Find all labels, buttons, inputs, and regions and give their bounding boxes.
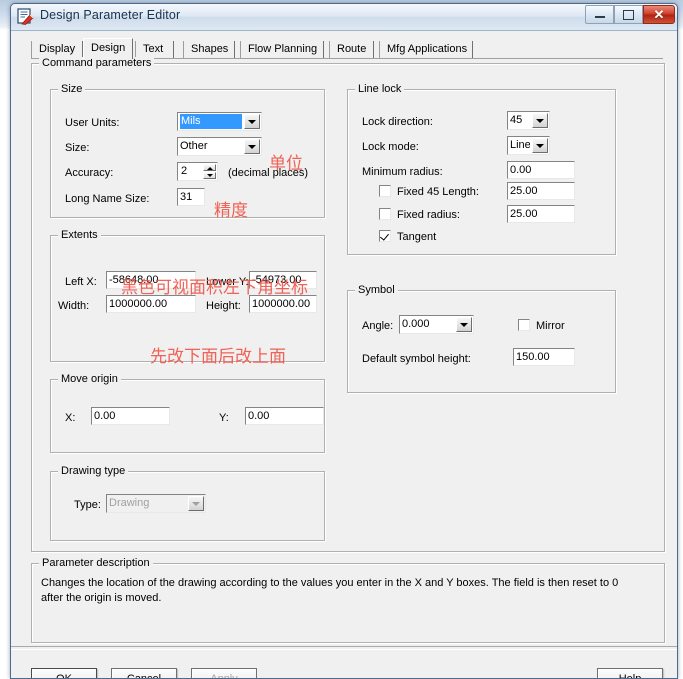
annotation-accuracy: 精度 [214, 201, 248, 221]
drawing-type-combo[interactable]: Drawing [106, 494, 206, 513]
design-parameter-editor-window: Design Parameter Editor ✕ Display Design… [10, 3, 678, 679]
width-label: Width: [58, 300, 90, 312]
move-origin-x-label: X: [65, 412, 76, 424]
chevron-down-icon[interactable] [188, 496, 204, 511]
tab-strip: Display Design Text Shapes Flow Planning… [31, 38, 663, 59]
tab-display[interactable]: Display [31, 41, 83, 58]
extents-legend: Extents [58, 229, 101, 241]
fixed-45-length-input[interactable]: 25.00 [507, 182, 575, 200]
close-button[interactable]: ✕ [643, 5, 675, 24]
size-combo[interactable]: Other [177, 137, 262, 156]
maximize-icon [615, 6, 642, 23]
button-bar-separator [11, 646, 677, 650]
left-x-label: Left X: [65, 276, 97, 288]
default-symbol-height-label: Default symbol height: [362, 353, 471, 365]
lock-mode-value: Line [510, 139, 530, 151]
fixed-radius-checkbox[interactable] [379, 208, 391, 220]
drawing-type-legend: Drawing type [58, 465, 129, 477]
ok-button[interactable]: OK [31, 668, 97, 678]
move-origin-group: Move origin X: 0.00 Y: 0.00 [50, 373, 325, 453]
symbol-group: Symbol Angle: 0.000 Mirror Default symbo… [347, 284, 616, 393]
apply-button[interactable]: Apply [191, 668, 257, 678]
lock-direction-value: 45 [510, 114, 523, 126]
window-title: Design Parameter Editor [40, 8, 181, 22]
maximize-button[interactable] [614, 5, 643, 24]
long-name-size-label: Long Name Size: [65, 193, 150, 205]
parameter-description-group: Parameter description Changes the locati… [31, 557, 665, 643]
angle-combo[interactable]: 0.000 [399, 315, 474, 334]
accuracy-label: Accuracy: [65, 167, 114, 179]
minimum-radius-label: Minimum radius: [362, 166, 443, 178]
drawing-type-label: Type: [74, 499, 101, 511]
tab-shapes[interactable]: Shapes [183, 41, 235, 58]
accuracy-stepper[interactable]: 2 [177, 162, 218, 181]
lock-direction-label: Lock direction: [362, 116, 433, 128]
tangent-label: Tangent [397, 231, 437, 243]
chevron-down-icon[interactable] [244, 114, 260, 129]
checkbox-checked-icon [379, 230, 391, 242]
checkbox-icon [379, 208, 391, 220]
size-value: Other [180, 140, 208, 152]
lock-mode-combo[interactable]: Line [507, 136, 550, 155]
line-lock-legend: Line lock [355, 83, 405, 95]
move-origin-y-input[interactable]: 0.00 [245, 407, 324, 425]
chevron-down-icon[interactable] [244, 139, 260, 154]
accuracy-spin-buttons[interactable] [203, 164, 216, 179]
tab-route[interactable]: Route [329, 41, 374, 58]
height-label: Height: [206, 300, 241, 312]
chevron-down-icon[interactable] [532, 113, 548, 128]
chevron-down-icon[interactable] [456, 317, 472, 332]
annotation-extents-top: 黑色可视面积左下角坐标 [121, 278, 308, 298]
fixed-45-length-label: Fixed 45 Length: [397, 186, 479, 198]
fixed-45-length-checkbox[interactable] [379, 185, 391, 197]
drawing-type-group: Drawing type Type: Drawing [50, 465, 325, 541]
line-lock-group: Line lock Lock direction: 45 Lock mode: … [347, 83, 616, 255]
tangent-checkbox[interactable] [379, 230, 391, 242]
tab-design[interactable]: Design [83, 38, 133, 59]
parameter-description-legend: Parameter description [39, 557, 153, 569]
annotation-extents-bottom: 先改下面后改上面 [150, 347, 286, 367]
mirror-label: Mirror [536, 320, 565, 332]
default-symbol-height-input[interactable]: 150.00 [513, 348, 575, 366]
cancel-button[interactable]: Cancel [111, 668, 177, 678]
fixed-radius-input[interactable]: 25.00 [507, 205, 575, 223]
close-icon: ✕ [653, 6, 665, 22]
symbol-legend: Symbol [355, 284, 398, 296]
lock-mode-label: Lock mode: [362, 141, 419, 153]
move-origin-legend: Move origin [58, 373, 121, 385]
accuracy-value: 2 [181, 165, 188, 177]
minimize-icon [586, 6, 613, 23]
long-name-size-input[interactable]: 31 [177, 188, 205, 206]
tab-mfg-applications[interactable]: Mfg Applications [379, 41, 473, 58]
spin-up-icon[interactable] [203, 164, 216, 171]
spin-down-icon[interactable] [203, 172, 216, 179]
drawing-type-value: Drawing [109, 497, 150, 509]
user-units-value: Mils [180, 114, 242, 129]
annotation-units: 单位 [269, 154, 303, 174]
mirror-checkbox[interactable] [518, 319, 530, 331]
dialog-client-area: Display Design Text Shapes Flow Planning… [11, 31, 677, 678]
checkbox-icon [379, 185, 391, 197]
fixed-radius-label: Fixed radius: [397, 209, 460, 221]
title-bar[interactable]: Design Parameter Editor ✕ [11, 4, 677, 31]
angle-value: 0.000 [402, 318, 430, 330]
chevron-down-icon[interactable] [532, 138, 548, 153]
move-origin-x-input[interactable]: 0.00 [91, 407, 170, 425]
user-units-label: User Units: [65, 117, 120, 129]
parameter-description-text: Changes the location of the drawing acco… [41, 577, 619, 604]
user-units-combo[interactable]: Mils [177, 112, 262, 131]
tab-flow-planning[interactable]: Flow Planning [240, 41, 324, 58]
tab-text[interactable]: Text [135, 41, 174, 58]
help-button[interactable]: Help [597, 668, 663, 678]
design-editor-icon [17, 8, 34, 25]
minimize-button[interactable] [585, 5, 614, 24]
size-legend: Size [58, 83, 86, 95]
angle-label: Angle: [362, 320, 394, 332]
checkbox-icon [518, 319, 530, 331]
size-label: Size: [65, 142, 90, 154]
move-origin-y-label: Y: [219, 412, 229, 424]
lock-direction-combo[interactable]: 45 [507, 111, 550, 130]
minimum-radius-input[interactable]: 0.00 [507, 161, 575, 179]
